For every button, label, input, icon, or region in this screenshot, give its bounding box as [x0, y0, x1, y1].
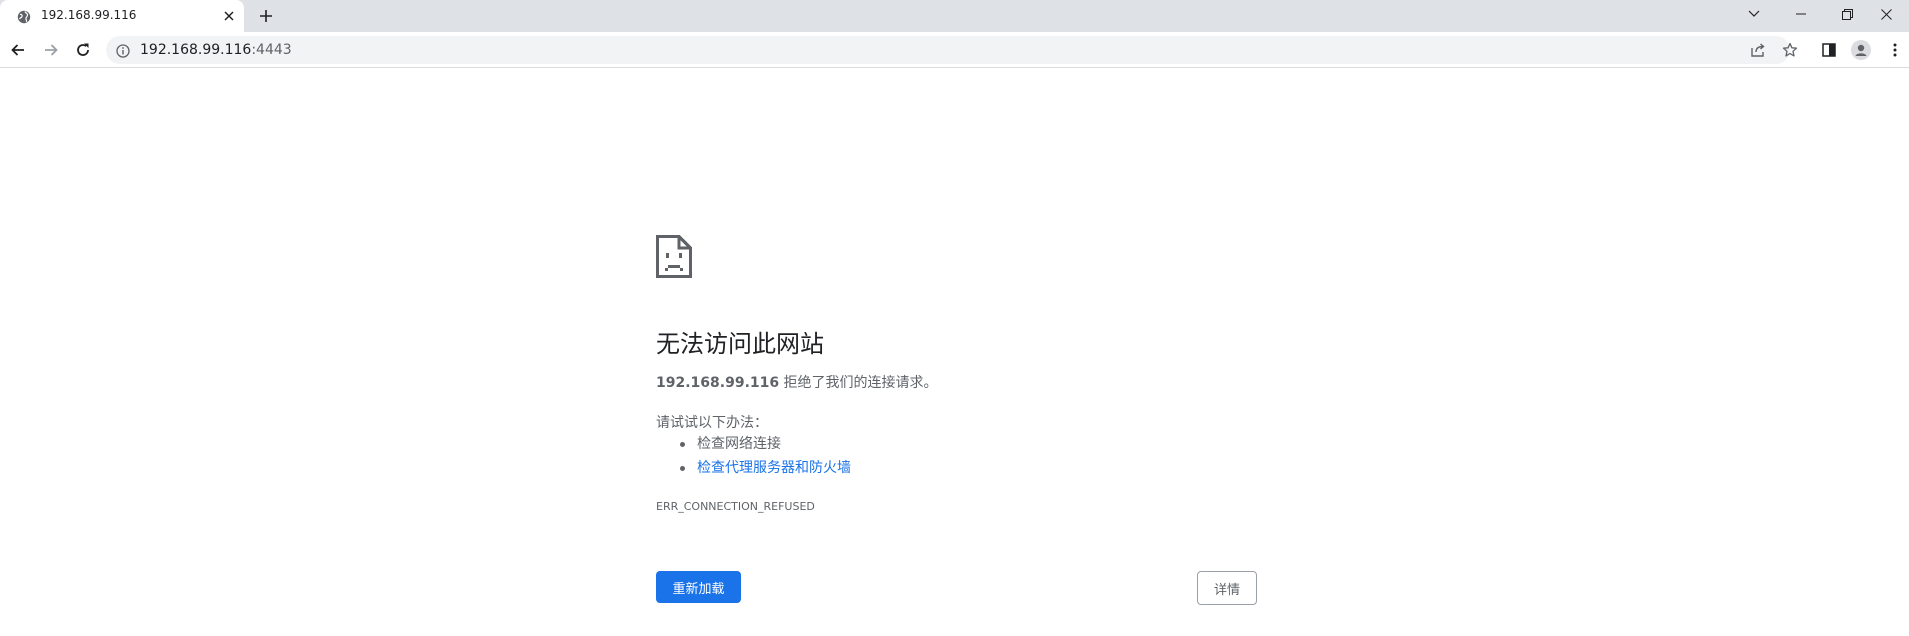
error-description-suffix: 拒绝了我们的连接请求。: [779, 375, 938, 391]
error-title: 无法访问此网站: [656, 330, 824, 358]
tab-title: 192.168.99.116: [41, 8, 137, 22]
url-host: 192.168.99.116: [140, 42, 252, 58]
error-host: 192.168.99.116: [656, 375, 780, 391]
forward-arrow-icon[interactable]: [37, 36, 65, 64]
suggestion-item: 检查代理服务器和防火墙: [680, 459, 851, 483]
address-bar[interactable]: 192.168.99.116:4443: [106, 36, 1798, 64]
error-description: 192.168.99.116 拒绝了我们的连接请求。: [656, 372, 938, 392]
globe-icon: [17, 9, 31, 24]
bookmark-star-icon[interactable]: [1780, 40, 1800, 60]
url-port: :4443: [251, 42, 292, 58]
suggestion-check-network: 检查网络连接: [697, 436, 781, 452]
minimize-icon[interactable]: [1778, 0, 1824, 28]
more-menu-icon[interactable]: [1881, 36, 1909, 64]
suggestions-label: 请试试以下办法：: [656, 415, 768, 431]
url-text[interactable]: 192.168.99.116:4443: [140, 42, 292, 58]
suggestion-check-proxy-link[interactable]: 检查代理服务器和防火墙: [697, 460, 851, 476]
tab-active[interactable]: 192.168.99.116: [0, 0, 244, 32]
chevron-down-icon[interactable]: [1731, 0, 1777, 28]
sad-document-icon: [656, 235, 692, 278]
close-tab-icon[interactable]: [221, 8, 237, 24]
share-icon[interactable]: [1748, 40, 1768, 60]
side-panel-icon[interactable]: [1815, 36, 1843, 64]
details-button[interactable]: 详情: [1197, 571, 1257, 605]
back-arrow-icon[interactable]: [4, 36, 32, 64]
info-icon[interactable]: [116, 43, 130, 58]
toolbar: 192.168.99.116:4443: [0, 32, 1909, 68]
close-window-icon[interactable]: [1863, 0, 1909, 28]
profile-avatar-icon[interactable]: [1847, 36, 1875, 64]
suggestions-list: 检查网络连接 检查代理服务器和防火墙: [680, 435, 851, 483]
error-code: ERR_CONNECTION_REFUSED: [656, 500, 815, 513]
tab-strip: 192.168.99.116: [0, 0, 1909, 32]
reload-icon[interactable]: [69, 36, 97, 64]
new-tab-icon[interactable]: [255, 5, 277, 27]
suggestion-item: 检查网络连接: [680, 435, 851, 459]
reload-button[interactable]: 重新加载: [656, 571, 741, 603]
